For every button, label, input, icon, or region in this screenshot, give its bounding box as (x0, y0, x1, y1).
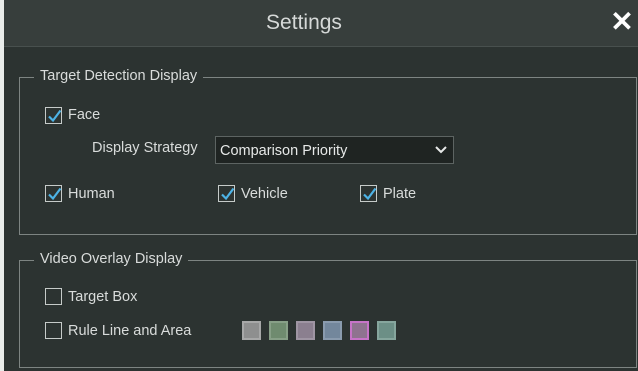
human-label: Human (68, 186, 115, 202)
color-swatch-blue[interactable] (323, 321, 342, 340)
dialog-title: Settings (266, 11, 342, 34)
video-overlay-legend: Video Overlay Display (34, 251, 189, 267)
check-icon (363, 187, 377, 201)
settings-dialog: Settings ✕ Target Detection Display Face… (0, 0, 638, 371)
face-label: Face (68, 107, 101, 123)
color-swatch-teal[interactable] (377, 321, 396, 340)
plate-checkbox[interactable] (360, 185, 377, 202)
color-swatch-mauve[interactable] (296, 321, 315, 340)
dialog-titlebar: Settings ✕ (4, 0, 638, 47)
vehicle-checkbox[interactable] (218, 185, 235, 202)
check-icon (221, 187, 235, 201)
video-overlay-group: Video Overlay Display Target Box Rule Li… (19, 251, 637, 368)
target-box-label: Target Box (68, 289, 138, 305)
display-strategy-value: Comparison Priority (220, 143, 348, 159)
rule-line-area-label: Rule Line and Area (68, 323, 192, 339)
display-strategy-select[interactable]: Comparison Priority (215, 136, 454, 164)
human-checkbox[interactable] (45, 185, 62, 202)
vehicle-label: Vehicle (241, 186, 288, 202)
target-detection-legend: Target Detection Display (34, 68, 204, 84)
rule-line-area-checkbox[interactable] (45, 322, 62, 339)
color-swatch-gray[interactable] (242, 321, 261, 340)
color-swatch-pink[interactable] (350, 321, 369, 340)
close-icon[interactable]: ✕ (608, 6, 636, 38)
check-icon (48, 187, 62, 201)
target-box-checkbox[interactable] (45, 288, 62, 305)
check-icon (48, 109, 62, 123)
target-detection-group: Target Detection Display Face Display St… (19, 68, 637, 235)
chevron-down-icon (435, 146, 447, 154)
display-strategy-label: Display Strategy (92, 140, 198, 156)
face-checkbox[interactable] (45, 107, 62, 124)
color-swatch-green[interactable] (269, 321, 288, 340)
plate-label: Plate (383, 186, 417, 202)
